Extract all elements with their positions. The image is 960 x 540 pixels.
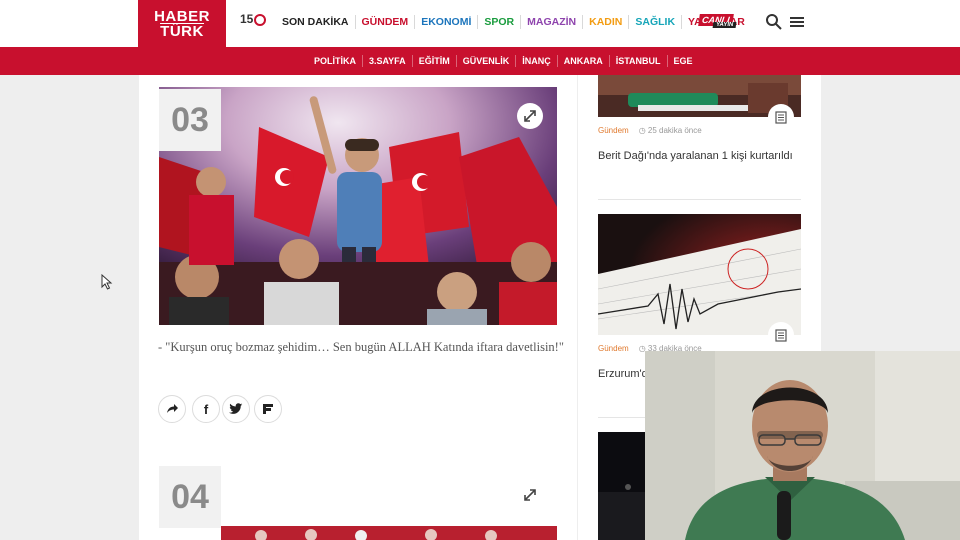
nav-item-ekonomi[interactable]: EKONOMİ — [415, 15, 479, 29]
subnav-item-ankara[interactable]: ANKARA — [558, 55, 610, 67]
haberturk-logo[interactable]: HABER TÜRK — [138, 0, 226, 47]
nav-item-saglik[interactable]: SAĞLIK — [629, 15, 683, 29]
clock-icon: ◷ — [638, 126, 648, 135]
webcam-overlay — [645, 351, 960, 540]
logo-line2: TÜRK — [160, 22, 204, 40]
subnav-item-ege[interactable]: EGE — [668, 55, 699, 67]
document-icon — [768, 104, 794, 130]
news-thumb-2[interactable] — [598, 214, 801, 335]
news-time: 25 dakika önce — [647, 126, 702, 135]
nav-item-magazin[interactable]: MAGAZİN — [521, 15, 584, 29]
subnav-item-guvenlik[interactable]: GÜVENLİK — [457, 55, 517, 67]
nav-item-kadin[interactable]: KADIN — [583, 15, 630, 29]
news-meta-1: Gündem ◷ 25 dakika önce — [598, 126, 702, 135]
news-headline-2[interactable]: Erzurum'd — [598, 368, 648, 380]
sidebar-divider — [598, 417, 646, 418]
twitter-icon[interactable] — [222, 395, 250, 423]
news-category[interactable]: Gündem — [598, 126, 629, 135]
subnav-item-politika[interactable]: POLİTİKA — [308, 55, 363, 67]
mouse-cursor-icon — [101, 273, 113, 290]
sidebar-divider — [598, 199, 801, 200]
expand-icon[interactable] — [517, 482, 543, 508]
subnav-item-3sayfa[interactable]: 3.SAYFA — [363, 55, 413, 67]
main-nav: SON DAKİKA GÜNDEM EKONOMİ SPOR MAGAZİN K… — [276, 14, 751, 30]
category-subnav-bar: POLİTİKA 3.SAYFA EĞİTİM GÜVENLİK İNANÇ A… — [0, 47, 960, 75]
subnav-item-istanbul[interactable]: İSTANBUL — [610, 55, 668, 67]
gallery-item-number-04: 04 — [159, 466, 221, 528]
subnav-item-inanc[interactable]: İNANÇ — [516, 55, 558, 67]
category-subnav: POLİTİKA 3.SAYFA EĞİTİM GÜVENLİK İNANÇ A… — [308, 47, 699, 75]
hamburger-menu-icon[interactable] — [788, 13, 806, 31]
anniversary-badge-text: 15 — [240, 12, 254, 26]
gallery-item-number: 03 — [159, 89, 221, 151]
nav-item-spor[interactable]: SPOR — [478, 15, 522, 29]
live-sublabel: YAYIN — [712, 22, 737, 28]
live-broadcast-button[interactable]: CANLI YAYIN — [698, 10, 737, 30]
logo-line1: HABER — [154, 7, 210, 25]
expand-icon[interactable] — [517, 103, 543, 129]
gallery-photo-04[interactable] — [221, 526, 557, 540]
nav-item-gundem[interactable]: GÜNDEM — [356, 15, 416, 29]
news-headline-1[interactable]: Berit Dağı'nda yaralanan 1 kişi kurtarıl… — [598, 150, 793, 162]
share-arrow-icon[interactable] — [158, 395, 186, 423]
top-header: HABER TÜRK 15 SON DAKİKA GÜNDEM EKONOMİ … — [0, 0, 960, 47]
news-category[interactable]: Gündem — [598, 344, 629, 353]
facebook-icon[interactable]: f — [192, 395, 220, 423]
subnav-item-egitim[interactable]: EĞİTİM — [413, 55, 457, 67]
flipboard-icon[interactable] — [254, 395, 282, 423]
badge-dot-icon — [254, 13, 267, 26]
document-icon — [768, 322, 794, 348]
search-icon[interactable] — [765, 13, 783, 31]
news-thumb-3[interactable] — [598, 432, 645, 540]
nav-item-son-dakika[interactable]: SON DAKİKA — [276, 15, 356, 29]
photo-caption: - "Kurşun oruç bozmaz şehidim… Sen bugün… — [158, 340, 564, 354]
anniversary-badge: 15 — [240, 12, 267, 26]
